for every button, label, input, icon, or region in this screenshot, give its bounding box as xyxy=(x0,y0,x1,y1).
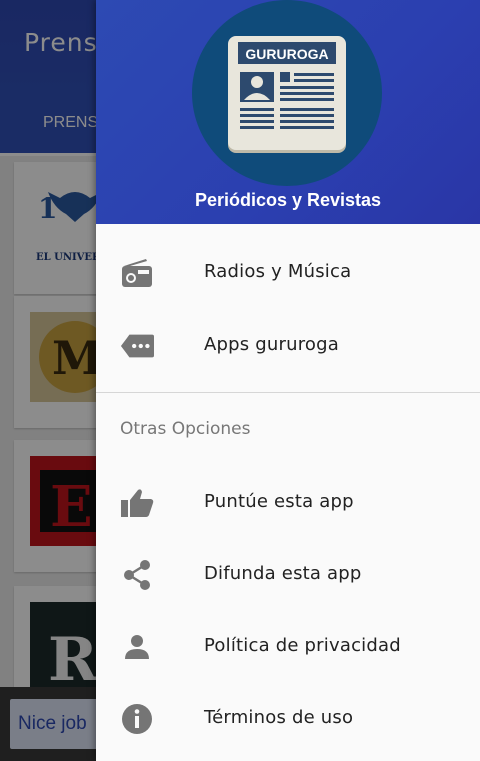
menu-item-rate[interactable]: Puntúe esta app xyxy=(96,466,480,538)
menu-item-label: Difunda esta app xyxy=(204,563,362,584)
label-more-icon xyxy=(120,331,154,361)
section-title: Otras Opciones xyxy=(120,419,251,439)
info-icon xyxy=(120,704,154,734)
person-icon xyxy=(120,632,154,662)
logo-text: GURUROGA xyxy=(245,46,328,62)
divider xyxy=(96,392,480,393)
menu-item-label: Puntúe esta app xyxy=(204,491,354,512)
menu-item-share[interactable]: Difunda esta app xyxy=(96,538,480,610)
newspaper-logo-icon: GURUROGA xyxy=(228,36,346,150)
share-icon xyxy=(120,560,154,590)
menu-item-privacy[interactable]: Política de privacidad xyxy=(96,610,480,682)
menu-item-label: Términos de uso xyxy=(204,707,354,728)
thumb-up-icon xyxy=(120,488,154,518)
app-name: Periódicos y Revistas xyxy=(194,190,382,210)
menu-item-radios[interactable]: Radios y Música xyxy=(96,236,480,308)
menu-item-label: Apps gururoga xyxy=(204,334,339,355)
radio-icon xyxy=(120,258,154,288)
menu-item-label: Política de privacidad xyxy=(204,635,401,656)
menu-item-label: Radios y Música xyxy=(204,261,352,282)
menu-item-terms[interactable]: Términos de uso xyxy=(96,682,480,754)
navigation-drawer: GURUROGA Periódicos y Revistas Radios y … xyxy=(96,0,480,761)
drawer-header: GURUROGA Periódicos y Revistas xyxy=(96,0,480,224)
menu-item-apps[interactable]: Apps gururoga xyxy=(96,309,480,381)
